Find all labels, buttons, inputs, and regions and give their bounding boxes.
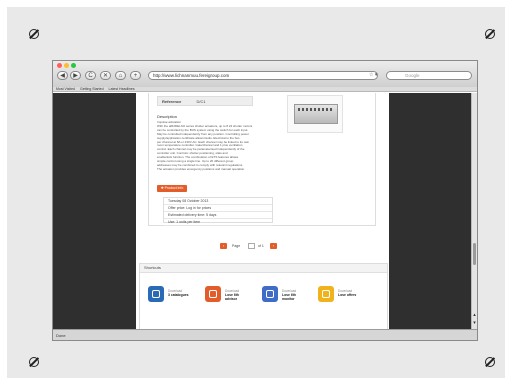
minimize-window-button[interactable] [64, 63, 69, 68]
bookmark-getting-started[interactable]: Getting Started [80, 87, 104, 91]
advisor-icon [205, 286, 221, 302]
web-page: Reference D/C1 Description Impulse activ… [136, 93, 389, 331]
zoom-window-button[interactable] [71, 63, 76, 68]
previous-page-button[interactable]: ‹ [220, 243, 227, 249]
reference-label: Reference [162, 99, 182, 104]
shortcut-catalogues[interactable]: Download 3 catalogues [148, 284, 202, 310]
pagination: ‹ Page of 1 › [136, 243, 389, 251]
registration-mark-icon [29, 29, 39, 39]
product-info-button[interactable]: ✚ Product info [157, 185, 187, 192]
offer-date: Tuesday 08 October 2013 [164, 198, 272, 205]
stop-button[interactable]: ✕ [100, 71, 111, 80]
page-number-input[interactable] [248, 243, 255, 249]
vertical-scrollbar[interactable]: ▴ ▾ [471, 93, 477, 331]
url-bar[interactable]: http://www.lichnanmuu.fereigroup.com [148, 71, 378, 80]
shortcut-title: Lose offers [338, 293, 357, 297]
offer-box: Tuesday 08 October 2013 Offer price: Log… [163, 197, 273, 226]
cart-icon [318, 286, 334, 302]
reload-button[interactable]: C [85, 71, 96, 80]
forward-button[interactable]: ▶ [70, 71, 81, 80]
reference-row: Reference D/C1 [157, 96, 253, 106]
shortcut-offers[interactable]: Download Lose offers [318, 284, 372, 310]
offer-delivery: Estimated delivery time: 5 days [164, 212, 272, 219]
bookmarks-bar: Most Visited Getting Started Latest Head… [53, 87, 477, 92]
scroll-arrows-icon[interactable]: ▴ ▾ [472, 311, 477, 331]
shortcut-title: 3 catalogues [168, 293, 189, 297]
shortcuts-title: Shortcuts [140, 264, 387, 273]
reference-value: D/C1 [196, 99, 206, 104]
browser-window: ◀ ▶ C ✕ ⌂ + http://www.lichnanmuu.fereig… [52, 60, 478, 341]
offer-stock: Use: 1 units per item [164, 219, 272, 226]
catalogue-icon [148, 286, 164, 302]
page-label: Page [232, 244, 241, 248]
home-button[interactable]: ⌂ [115, 71, 126, 80]
registration-mark-icon [485, 357, 495, 367]
bookmark-star-icon[interactable]: ☆ ▾ [369, 72, 377, 78]
page-viewport: Reference D/C1 Description Impulse activ… [53, 93, 477, 331]
registration-mark-icon [29, 357, 39, 367]
bookmark-most-visited[interactable]: Most Visited [56, 87, 75, 91]
bookmark-latest-headlines[interactable]: Latest Headlines [109, 87, 135, 91]
description-line: The actuator provides emergency position… [157, 166, 246, 171]
shortcut-subtitle: monitor [282, 297, 295, 301]
close-window-button[interactable] [57, 63, 62, 68]
page-count: of 1 [258, 244, 264, 248]
shortcut-monitor[interactable]: Download Lose 6th monitor [262, 284, 316, 310]
status-bar: Done [53, 329, 477, 340]
back-button[interactable]: ◀ [57, 71, 68, 80]
shortcuts-panel: Shortcuts Download 3 catalogues Download… [139, 263, 388, 331]
window-controls [57, 63, 76, 68]
new-tab-button[interactable]: + [130, 71, 141, 80]
offer-price[interactable]: Offer price: Log in for prices [164, 205, 272, 212]
description-heading: Description [157, 114, 178, 119]
scrollbar-thumb[interactable] [473, 243, 476, 265]
shortcut-subtitle: advisor [225, 297, 238, 301]
browser-toolbar: ◀ ▶ C ✕ ⌂ + http://www.lichnanmuu.fereig… [53, 61, 477, 88]
registration-mark-icon [485, 29, 495, 39]
next-page-button[interactable]: › [270, 243, 277, 249]
description-text: Impulse activation With the aiR2DELSO se… [157, 121, 343, 181]
monitor-icon [262, 286, 278, 302]
shortcut-advisor[interactable]: Download Lose 6th advisor [205, 284, 259, 310]
product-card: Reference D/C1 Description Impulse activ… [148, 93, 376, 226]
search-input[interactable]: Google [386, 71, 472, 80]
